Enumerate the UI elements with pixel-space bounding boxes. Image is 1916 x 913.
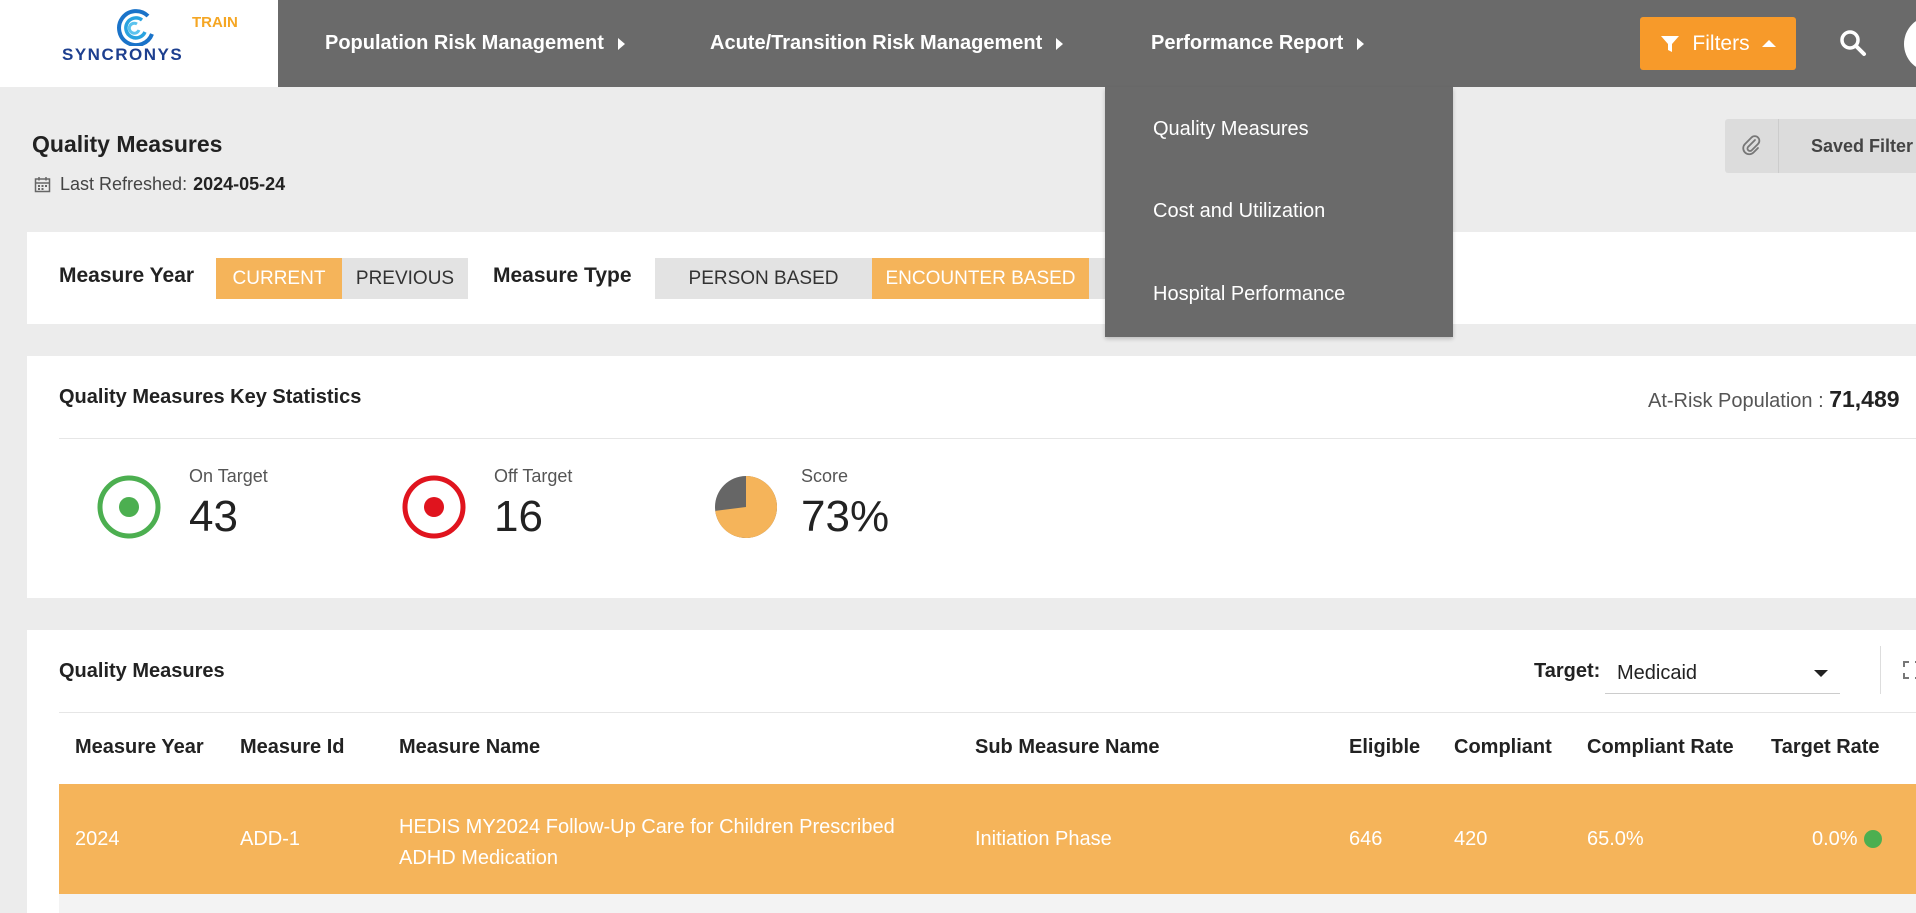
at-risk-population: At-Risk Population : 71,489 [1648, 386, 1900, 413]
page-title: Quality Measures [32, 131, 223, 157]
table-title: Quality Measures [59, 660, 225, 682]
off-target-label: Off Target [494, 466, 573, 486]
measure-type-person-based[interactable]: PERSON BASED [655, 258, 872, 299]
saved-filter-button[interactable]: Saved Filter [1725, 119, 1916, 173]
col-header-target-rate[interactable]: Target Rate [1771, 736, 1880, 759]
stats-title: Quality Measures Key Statistics [59, 386, 362, 408]
on-target-icon [97, 475, 161, 539]
nav-population-risk[interactable]: Population Risk Management [325, 0, 625, 87]
col-header-compliant-rate[interactable]: Compliant Rate [1587, 736, 1734, 759]
caret-up-icon [1761, 40, 1776, 47]
target-value: Medicaid [1617, 662, 1698, 684]
divider [59, 438, 1916, 439]
refreshed-date: 2024-05-24 [193, 174, 286, 194]
expand-icon[interactable] [1902, 660, 1916, 680]
score-value: 73% [801, 492, 890, 541]
caret-right-icon [617, 37, 625, 50]
cell-measure-id: ADD-1 [240, 828, 301, 850]
nav-label: Acute/Transition Risk Management [710, 32, 1043, 54]
divider [1880, 646, 1881, 694]
env-badge: TRAIN [192, 14, 238, 31]
filters-button[interactable]: Filters [1640, 17, 1796, 70]
on-target-value: 43 [189, 492, 238, 541]
table-row[interactable]: 2024 ADD-1 HEDIS MY2024 Follow-Up Care f… [59, 784, 1916, 894]
cell-sub-measure-name: Initiation Phase [975, 828, 1112, 850]
measure-year-label: Measure Year [59, 264, 195, 287]
score-label: Score [801, 466, 849, 486]
quality-measures-table-card: Quality Measures Target: Medicaid Measur… [27, 630, 1916, 913]
measure-type-encounter-based[interactable]: ENCOUNTER BASED [872, 258, 1089, 299]
status-dot-icon [1864, 830, 1882, 848]
filters-label: Filters [1692, 31, 1750, 55]
menu-item-cost-utilization[interactable]: Cost and Utilization [1153, 200, 1325, 223]
cell-compliant: 420 [1454, 828, 1488, 850]
calendar-icon [34, 177, 51, 193]
table-row[interactable] [59, 894, 1916, 913]
caret-right-icon [1357, 37, 1365, 50]
cell-target-rate: 0.0% [1812, 828, 1858, 850]
cell-compliant-rate: 65.0% [1587, 828, 1644, 850]
nav-acute-transition-risk[interactable]: Acute/Transition Risk Management [710, 0, 1064, 87]
target-label: Target: [1534, 660, 1601, 682]
paperclip-icon [1725, 119, 1779, 173]
col-header-measure-name[interactable]: Measure Name [399, 736, 540, 759]
at-risk-value: 71,489 [1829, 386, 1900, 412]
off-target-value: 16 [494, 492, 543, 541]
measure-selector-card: Measure Year CURRENT PREVIOUS Measure Ty… [27, 232, 1916, 324]
measure-type-label: Measure Type [493, 264, 632, 287]
measure-year-current[interactable]: CURRENT [216, 258, 342, 299]
user-avatar[interactable] [1904, 16, 1916, 72]
measure-name-line: HEDIS MY2024 Follow-Up Care for Children… [399, 816, 895, 838]
on-target-label: On Target [189, 466, 268, 486]
cell-eligible: 646 [1349, 828, 1383, 850]
key-statistics-card: Quality Measures Key Statistics At-Risk … [27, 356, 1916, 598]
refreshed-label: Last Refreshed: [60, 174, 188, 194]
search-icon[interactable] [1838, 28, 1868, 58]
caret-right-icon [1056, 37, 1064, 50]
saved-filter-label: Saved Filter [1811, 135, 1914, 156]
at-risk-label: At-Risk Population : [1648, 390, 1824, 412]
measure-name-line: ADHD Medication [399, 847, 558, 869]
col-header-measure-id[interactable]: Measure Id [240, 736, 344, 759]
cell-measure-name: HEDIS MY2024 Follow-Up Care for Children… [399, 812, 895, 874]
nav-label: Population Risk Management [325, 32, 604, 54]
nav-label: Performance Report [1151, 32, 1344, 54]
menu-item-quality-measures[interactable]: Quality Measures [1153, 118, 1309, 141]
score-pie-icon [715, 476, 777, 538]
divider [59, 712, 1916, 713]
top-navbar: SYNCRONYS TRAIN Population Risk Manageme… [0, 0, 1916, 87]
target-select[interactable]: Medicaid [1605, 650, 1840, 694]
col-header-measure-year[interactable]: Measure Year [75, 736, 204, 759]
last-refreshed: Last Refreshed: 2024-05-24 [34, 174, 285, 195]
cell-measure-year: 2024 [75, 828, 120, 850]
nav-performance-report[interactable]: Performance Report [1151, 0, 1365, 87]
performance-report-menu: Quality Measures Cost and Utilization Ho… [1105, 87, 1453, 337]
menu-item-hospital-performance[interactable]: Hospital Performance [1153, 283, 1345, 306]
filter-icon [1661, 35, 1680, 52]
chevron-down-icon [1814, 670, 1828, 677]
brand-name: SYNCRONYS [62, 45, 184, 64]
col-header-compliant[interactable]: Compliant [1454, 736, 1552, 759]
col-header-eligible[interactable]: Eligible [1349, 736, 1420, 759]
off-target-icon [402, 475, 466, 539]
measure-year-previous[interactable]: PREVIOUS [342, 258, 468, 299]
col-header-sub-measure-name[interactable]: Sub Measure Name [975, 736, 1160, 759]
logo[interactable]: SYNCRONYS TRAIN [0, 0, 278, 87]
logo-swirl-icon [117, 9, 154, 46]
